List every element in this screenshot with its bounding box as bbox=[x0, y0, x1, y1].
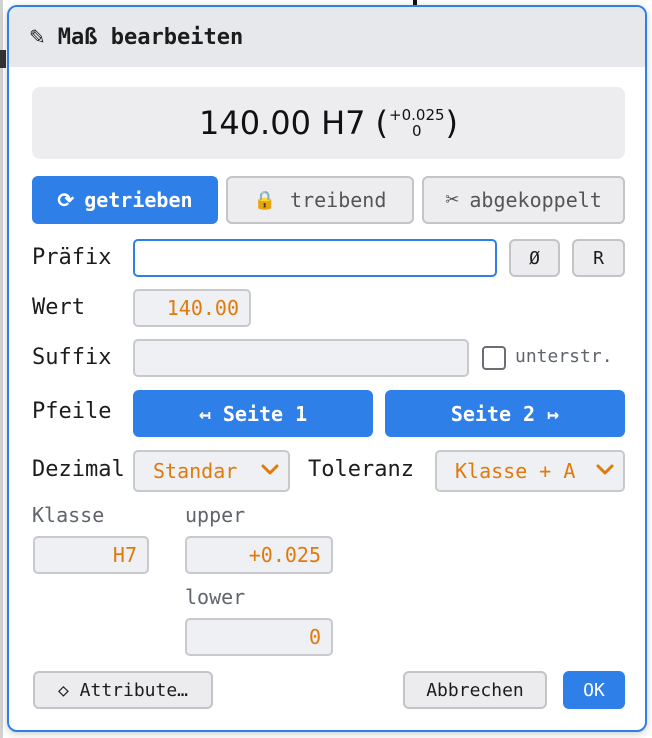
dimension-preview: 140.00 H7 ( +0.025 0 ) bbox=[32, 87, 625, 159]
arrows-label: Pfeile bbox=[32, 399, 112, 424]
underline-label: unterstr. bbox=[515, 346, 613, 367]
suffix-label: Suffix bbox=[32, 345, 112, 370]
preview-tolerance: +0.025 0 bbox=[389, 107, 445, 139]
decimal-label: Dezimal bbox=[32, 457, 125, 482]
attributes-button[interactable]: ◇ Attribute… bbox=[33, 671, 213, 709]
preview-paren-close: ) bbox=[445, 104, 459, 142]
canvas-tick bbox=[0, 50, 6, 68]
mode-driving-button[interactable]: 🔒 treibend bbox=[226, 176, 414, 224]
mode-driven-label: getrieben bbox=[84, 188, 193, 212]
prefix-input[interactable] bbox=[133, 239, 497, 277]
edit-dimension-dialog: ✎ Maß bearbeiten 140.00 H7 ( +0.025 0 ) … bbox=[7, 5, 647, 732]
decimal-select-value: Standar bbox=[153, 459, 238, 483]
preview-tol-lower: 0 bbox=[412, 122, 422, 140]
class-input[interactable]: H7 bbox=[33, 536, 149, 574]
mode-driven-button[interactable]: ⟳ getrieben bbox=[32, 176, 218, 224]
upper-deviation-input[interactable]: +0.025 bbox=[185, 536, 333, 574]
decimal-select[interactable]: Standar bbox=[133, 450, 290, 492]
mode-decoupled-label: abgekoppelt bbox=[469, 188, 602, 212]
tolerance-select[interactable]: Klasse + A bbox=[435, 450, 625, 492]
refresh-icon: ⟳ bbox=[57, 188, 75, 212]
canvas-edge-line bbox=[0, 0, 3, 738]
mode-driving-label: treibend bbox=[290, 188, 387, 212]
preview-tol-upper: +0.025 bbox=[389, 106, 445, 124]
arrow-side1-button[interactable]: ↤ Seite 1 bbox=[133, 390, 373, 437]
dialog-title: Maß bearbeiten bbox=[57, 24, 244, 50]
suffix-input[interactable] bbox=[133, 339, 469, 377]
tolerance-select-value: Klasse + A bbox=[455, 459, 576, 483]
chevron-down-icon bbox=[595, 459, 615, 481]
lock-icon: 🔒 bbox=[253, 189, 277, 211]
underline-checkbox[interactable] bbox=[482, 346, 506, 370]
dialog-titlebar[interactable]: ✎ Maß bearbeiten bbox=[9, 7, 645, 67]
class-label: Klasse bbox=[32, 503, 105, 527]
radius-button[interactable]: R bbox=[572, 239, 625, 277]
diameter-button[interactable]: Ø bbox=[509, 239, 560, 277]
cancel-button[interactable]: Abbrechen bbox=[403, 671, 547, 709]
prefix-label: Präfix bbox=[32, 245, 112, 270]
value-input[interactable]: 140.00 bbox=[133, 289, 251, 327]
arrow-side2-button[interactable]: Seite 2 ↦ bbox=[385, 390, 625, 437]
value-label: Wert bbox=[32, 295, 85, 320]
ok-button[interactable]: OK bbox=[563, 671, 625, 709]
upper-label: upper bbox=[185, 503, 246, 527]
lower-label: lower bbox=[185, 585, 246, 609]
scissors-icon: ✂ bbox=[445, 190, 460, 210]
mode-decoupled-button[interactable]: ✂ abgekoppelt bbox=[422, 176, 625, 224]
pencil-icon: ✎ bbox=[29, 25, 46, 49]
chevron-down-icon bbox=[260, 459, 280, 481]
preview-paren-open: ( bbox=[375, 104, 389, 142]
tolerance-label: Toleranz bbox=[308, 457, 414, 482]
lower-deviation-input[interactable]: 0 bbox=[185, 618, 333, 656]
preview-nominal: 140.00 H7 bbox=[198, 104, 366, 142]
